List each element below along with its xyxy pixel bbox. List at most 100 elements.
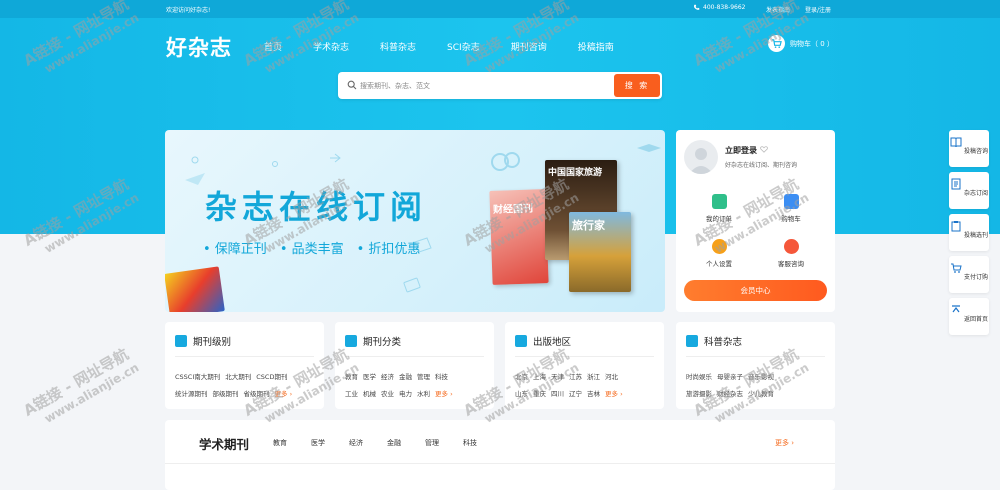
nav-academic[interactable]: 学术杂志: [313, 40, 349, 53]
nav-home[interactable]: 首页: [264, 40, 282, 53]
login-register-link[interactable]: 登录/注册: [805, 5, 831, 14]
heart-icon: [759, 146, 768, 153]
phone: 400-838-9662: [693, 4, 746, 11]
order-icon: [711, 194, 727, 209]
search-input[interactable]: [360, 78, 590, 93]
category-card-level: 期刊级别 CSSCI南大期刊 北大期刊 CSCD期刊 统计源期刊 部级期刊 省级期刊 更多…: [165, 322, 324, 409]
search-button[interactable]: 搜 索: [614, 74, 660, 97]
book-icon: [175, 335, 187, 347]
category-item[interactable]: 电力: [399, 390, 412, 398]
settings-link[interactable]: 个人设置: [684, 239, 754, 268]
category-card-popular: 科普杂志 时尚娱乐 母婴亲子 音乐影视 旅游摄影 财经杂志 少儿教育: [676, 322, 835, 409]
watermark: A链接 - 网址导航 www.alianjie.cn: [20, 345, 142, 426]
category-item[interactable]: 科技: [435, 373, 448, 381]
category-item[interactable]: 北京: [515, 373, 528, 381]
bookmark-icon: [345, 335, 357, 347]
category-item[interactable]: 省级期刊: [244, 390, 270, 398]
category-item[interactable]: 管理: [417, 373, 430, 381]
more-link[interactable]: 更多 ›: [605, 390, 623, 398]
category-title: 科普杂志: [704, 337, 743, 348]
search-icon: [347, 80, 357, 90]
cart-label: 购物车（ 0 ）: [790, 39, 834, 48]
category-item[interactable]: 重庆: [533, 390, 546, 398]
category-item[interactable]: 少儿教育: [748, 390, 774, 398]
more-link[interactable]: 更多 ›: [435, 390, 453, 398]
category-item[interactable]: 部级期刊: [213, 390, 239, 398]
phone-number: 400-838-9662: [703, 4, 746, 11]
category-item[interactable]: 天津: [551, 373, 564, 381]
category-item[interactable]: 金融: [399, 373, 412, 381]
sidebar-back-top[interactable]: 返回首页: [949, 298, 989, 335]
category-item[interactable]: 浙江: [587, 373, 600, 381]
login-title[interactable]: 立即登录: [725, 145, 768, 156]
tab-education[interactable]: 教育: [273, 438, 287, 448]
cart-icon: [783, 194, 799, 209]
chat-icon: [783, 239, 799, 254]
cart-icon: [951, 263, 962, 273]
sidebar-payment[interactable]: 支付订购: [949, 256, 989, 293]
category-item[interactable]: 吉林: [587, 390, 600, 398]
sidebar-select-journal[interactable]: 投稿选刊: [949, 214, 989, 251]
floating-sidebar: 投稿咨询 杂志订阅 投稿选刊 支付订购 返回首页: [949, 130, 989, 335]
more-link[interactable]: 更多 ›: [275, 390, 293, 398]
category-item[interactable]: 经济: [381, 373, 394, 381]
category-item[interactable]: 医学: [363, 373, 376, 381]
search-box: 搜 索: [338, 72, 662, 99]
category-item[interactable]: 时尚娱乐: [686, 373, 712, 381]
document-icon: [951, 178, 961, 190]
category-item[interactable]: 山东: [515, 390, 528, 398]
cart-quick-link[interactable]: 购物车: [756, 194, 826, 223]
cart-icon: [768, 35, 785, 52]
banner-title: 杂志在线订阅: [205, 188, 428, 226]
nav-sci[interactable]: SCI杂志: [447, 40, 480, 53]
category-item[interactable]: 北大期刊: [225, 373, 251, 381]
welcome-text: 欢迎访问好杂志!: [166, 7, 211, 14]
login-card: 立即登录 好杂志在线订阅、期刊咨询 我的订单 购物车 个人设置 客服咨询 会员中…: [676, 130, 835, 312]
magazine-title: 中国国家旅游: [548, 168, 603, 178]
tab-technology[interactable]: 科技: [463, 438, 477, 448]
login-subtitle: 好杂志在线订阅、期刊咨询: [725, 162, 798, 169]
feature-item: • 折扣优惠: [356, 242, 421, 257]
feature-item: • 品类丰富: [279, 242, 344, 257]
category-title: 期刊级别: [193, 337, 232, 348]
site-logo[interactable]: 好杂志: [166, 32, 232, 62]
category-item[interactable]: 河北: [605, 373, 618, 381]
sidebar-submission-consult[interactable]: 投稿咨询: [949, 130, 989, 167]
tab-economy[interactable]: 经济: [349, 438, 363, 448]
member-center-button[interactable]: 会员中心: [684, 280, 827, 301]
magazine-cover: 财经国刊: [489, 189, 549, 285]
category-item[interactable]: CSCD期刊: [256, 373, 287, 381]
category-item[interactable]: 上海: [533, 373, 546, 381]
category-title: 期刊分类: [363, 337, 402, 348]
service-link[interactable]: 客服咨询: [756, 239, 826, 268]
category-item[interactable]: 江苏: [569, 373, 582, 381]
nav-consult[interactable]: 期刊咨询: [511, 40, 547, 53]
promo-banner[interactable]: 杂志在线订阅 • 保障正刊 • 品类丰富 • 折扣优惠 财经国刊 中国国家旅游 …: [165, 130, 665, 312]
avatar[interactable]: [684, 140, 718, 174]
category-item[interactable]: 农业: [381, 390, 394, 398]
category-item[interactable]: 辽宁: [569, 390, 582, 398]
category-item[interactable]: 工业: [345, 390, 358, 398]
more-link[interactable]: 更多 ›: [775, 438, 794, 448]
category-item[interactable]: 教育: [345, 373, 358, 381]
category-item[interactable]: 机械: [363, 390, 376, 398]
cart-link[interactable]: 购物车（ 0 ）: [768, 35, 834, 52]
category-item[interactable]: 四川: [551, 390, 564, 398]
category-item[interactable]: 财经杂志: [717, 390, 743, 398]
tab-medicine[interactable]: 医学: [311, 438, 325, 448]
category-item[interactable]: 旅游摄影: [686, 390, 712, 398]
category-item[interactable]: 水利: [417, 390, 430, 398]
my-orders-link[interactable]: 我的订单: [684, 194, 754, 223]
sidebar-subscribe[interactable]: 杂志订阅: [949, 172, 989, 209]
category-item[interactable]: 母婴亲子: [717, 373, 743, 381]
nav-popular-science[interactable]: 科普杂志: [380, 40, 416, 53]
category-item[interactable]: 统计源期刊: [175, 390, 208, 398]
tab-finance[interactable]: 金融: [387, 438, 401, 448]
tab-management[interactable]: 管理: [425, 438, 439, 448]
clipboard-icon: [951, 221, 961, 232]
nav-submission[interactable]: 投稿指南: [578, 40, 614, 53]
publish-guide-link[interactable]: 发表指南: [766, 5, 790, 14]
arrow-up-icon: [952, 305, 961, 313]
category-item[interactable]: 音乐影视: [748, 373, 774, 381]
category-item[interactable]: CSSCI南大期刊: [175, 373, 220, 381]
